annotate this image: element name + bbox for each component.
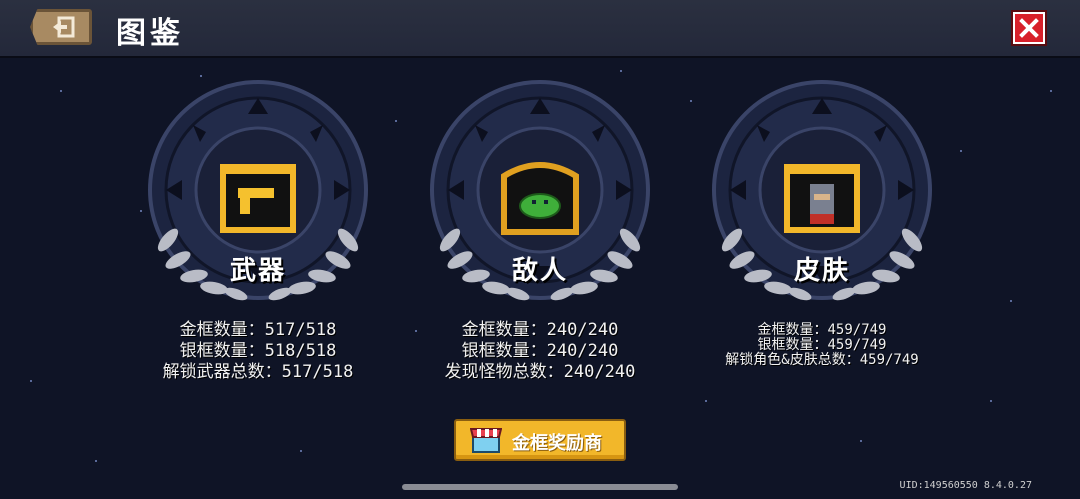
enemies-stats: 金框数量：240/240 银框数量：240/240 发现怪物总数：240/240 xyxy=(380,320,700,383)
gold-frame-count: 金框数量：517/518 xyxy=(179,320,337,340)
discovered-total: 发现怪物总数：240/240 xyxy=(444,362,636,382)
shop-stall-icon xyxy=(470,428,502,453)
back-button[interactable] xyxy=(30,9,92,45)
golden-gun-icon xyxy=(220,164,296,233)
exit-door-icon xyxy=(53,16,75,38)
gold-frame-count: 金框数量：459/749 xyxy=(757,322,887,338)
unlocked-total: 解锁角色&皮肤总数：459/749 xyxy=(725,352,919,368)
unlocked-total: 解锁武器总数：517/518 xyxy=(162,362,354,382)
silver-frame-count: 银框数量：240/240 xyxy=(461,341,619,361)
top-bar: 图鉴 xyxy=(0,0,1080,58)
knight-portrait-icon xyxy=(784,164,860,233)
close-x-icon xyxy=(1019,18,1039,38)
weapons-stats: 金框数量：517/518 银框数量：518/518 解锁武器总数：517/518 xyxy=(98,320,418,383)
close-button[interactable] xyxy=(1011,10,1047,46)
gold-frame-reward-shop-button[interactable]: 金框奖励商 xyxy=(454,419,626,461)
green-slime-icon xyxy=(501,162,579,235)
uid-version: UID:149560550 8.4.0.27 xyxy=(899,480,1032,491)
silver-frame-count: 银框数量：459/749 xyxy=(757,337,887,353)
card-label: 敌人 xyxy=(511,256,568,286)
silver-frame-count: 银框数量：518/518 xyxy=(179,341,337,361)
home-indicator[interactable] xyxy=(402,484,678,490)
skins-stats: 金框数量：459/749 银框数量：459/749 解锁角色&皮肤总数：459/… xyxy=(662,323,982,368)
card-label: 武器 xyxy=(229,256,286,286)
reward-button-label: 金框奖励商 xyxy=(512,433,602,454)
gold-frame-count: 金框数量：240/240 xyxy=(461,320,619,340)
card-label: 皮肤 xyxy=(793,256,850,286)
page-title: 图鉴 xyxy=(116,16,184,51)
